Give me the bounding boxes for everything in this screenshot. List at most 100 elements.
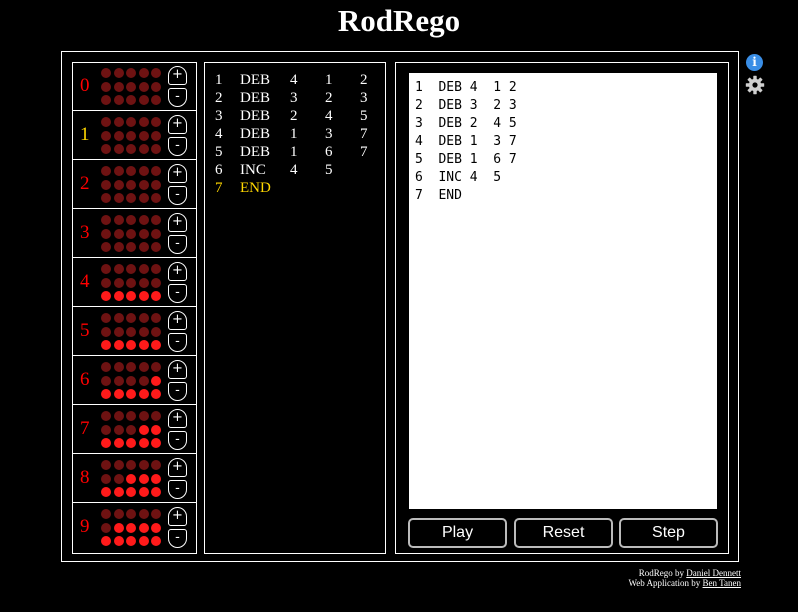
bead	[101, 438, 111, 448]
bead	[113, 438, 124, 448]
increment-button[interactable]: +	[168, 262, 187, 281]
bead	[151, 228, 161, 239]
step-button[interactable]: Step	[619, 518, 718, 548]
increment-button[interactable]: +	[168, 409, 187, 428]
bead	[126, 522, 136, 533]
bead	[101, 144, 111, 154]
program-line-number: 2	[215, 90, 223, 106]
program-line: 5 DEB 1 6 7	[215, 143, 380, 161]
decrement-button[interactable]: -	[168, 137, 187, 156]
bead	[113, 424, 124, 435]
bead	[113, 460, 124, 470]
program-line-number: 4	[215, 126, 223, 142]
increment-button[interactable]: +	[168, 458, 187, 477]
increment-button[interactable]: +	[168, 213, 187, 232]
bead	[113, 81, 124, 92]
bead	[138, 130, 149, 141]
decrement-button[interactable]: -	[168, 529, 187, 548]
bead	[101, 473, 111, 484]
program-opcode: DEB	[240, 72, 270, 88]
decrement-button[interactable]: -	[168, 284, 187, 303]
program-opcode: DEB	[240, 126, 270, 142]
bead	[151, 473, 161, 484]
bead	[126, 326, 136, 337]
bead	[101, 313, 111, 323]
register-beads	[101, 166, 161, 204]
bead	[113, 179, 124, 190]
register-list: 0 + -1 + -2 + -3 + -4 + -5 + -6 + -7 + -8 + -9 + -	[72, 62, 197, 554]
bead	[101, 264, 111, 274]
bead	[113, 264, 124, 274]
bead	[126, 277, 136, 288]
program-line: 6 INC 4 5	[215, 161, 380, 179]
bead	[113, 326, 124, 337]
bead	[138, 362, 149, 372]
register-7: 7 + -	[73, 406, 196, 454]
program-line: 3 DEB 2 4 5	[215, 107, 380, 125]
bead	[126, 362, 136, 372]
increment-button[interactable]: +	[168, 66, 187, 85]
bead	[101, 389, 111, 399]
webapp-author-link[interactable]: Ben Tanen	[703, 578, 741, 588]
program-opcode: DEB	[240, 144, 270, 160]
bead	[101, 375, 111, 386]
program-operand: 7	[360, 144, 368, 160]
bead	[126, 473, 136, 484]
bead	[126, 81, 136, 92]
register-3: 3 + -	[73, 210, 196, 258]
bead	[113, 522, 124, 533]
decrement-button[interactable]: -	[168, 431, 187, 450]
register-beads	[101, 117, 161, 155]
decrement-button[interactable]: -	[168, 235, 187, 254]
gear-icon[interactable]	[745, 75, 765, 95]
register-stepper: + -	[168, 507, 187, 549]
decrement-button[interactable]: -	[168, 480, 187, 499]
bead	[126, 228, 136, 239]
program-line: 4 DEB 1 3 7	[215, 125, 380, 143]
author-link[interactable]: Daniel Dennett	[686, 568, 741, 578]
register-9: 9 + -	[73, 504, 196, 552]
increment-button[interactable]: +	[168, 311, 187, 330]
register-stepper: + -	[168, 66, 187, 108]
bead	[151, 277, 161, 288]
bead	[101, 68, 111, 78]
program-opcode: INC	[240, 162, 266, 178]
increment-button[interactable]: +	[168, 115, 187, 134]
bead	[138, 509, 149, 519]
bead	[113, 193, 124, 203]
increment-button[interactable]: +	[168, 507, 187, 526]
register-beads	[101, 215, 161, 253]
bead	[113, 117, 124, 127]
bead	[126, 179, 136, 190]
program-operand: 2	[325, 90, 333, 106]
bead	[138, 193, 149, 203]
decrement-button[interactable]: -	[168, 88, 187, 107]
decrement-button[interactable]: -	[168, 186, 187, 205]
program-editor[interactable]: 1 DEB 4 1 2 2 DEB 3 2 3 3 DEB 2 4 5 4 DE…	[409, 73, 717, 509]
register-5: 5 + -	[73, 308, 196, 356]
bead	[126, 144, 136, 154]
bead	[151, 193, 161, 203]
reset-button[interactable]: Reset	[514, 518, 613, 548]
bead	[113, 130, 124, 141]
decrement-button[interactable]: -	[168, 333, 187, 352]
decrement-button[interactable]: -	[168, 382, 187, 401]
bead	[151, 362, 161, 372]
bead	[138, 340, 149, 350]
info-icon[interactable]: i	[746, 54, 763, 71]
increment-button[interactable]: +	[168, 164, 187, 183]
bead	[101, 522, 111, 533]
register-label: 8	[80, 467, 90, 488]
program-operand: 2	[290, 108, 298, 124]
program-operand: 7	[360, 126, 368, 142]
program-operand: 5	[360, 108, 368, 124]
bead	[151, 389, 161, 399]
bead	[113, 411, 124, 421]
page-title: RodRego	[337, 3, 461, 38]
bead	[126, 130, 136, 141]
increment-button[interactable]: +	[168, 360, 187, 379]
bead	[101, 460, 111, 470]
bead	[138, 242, 149, 252]
bead	[113, 313, 124, 323]
play-button[interactable]: Play	[408, 518, 507, 548]
